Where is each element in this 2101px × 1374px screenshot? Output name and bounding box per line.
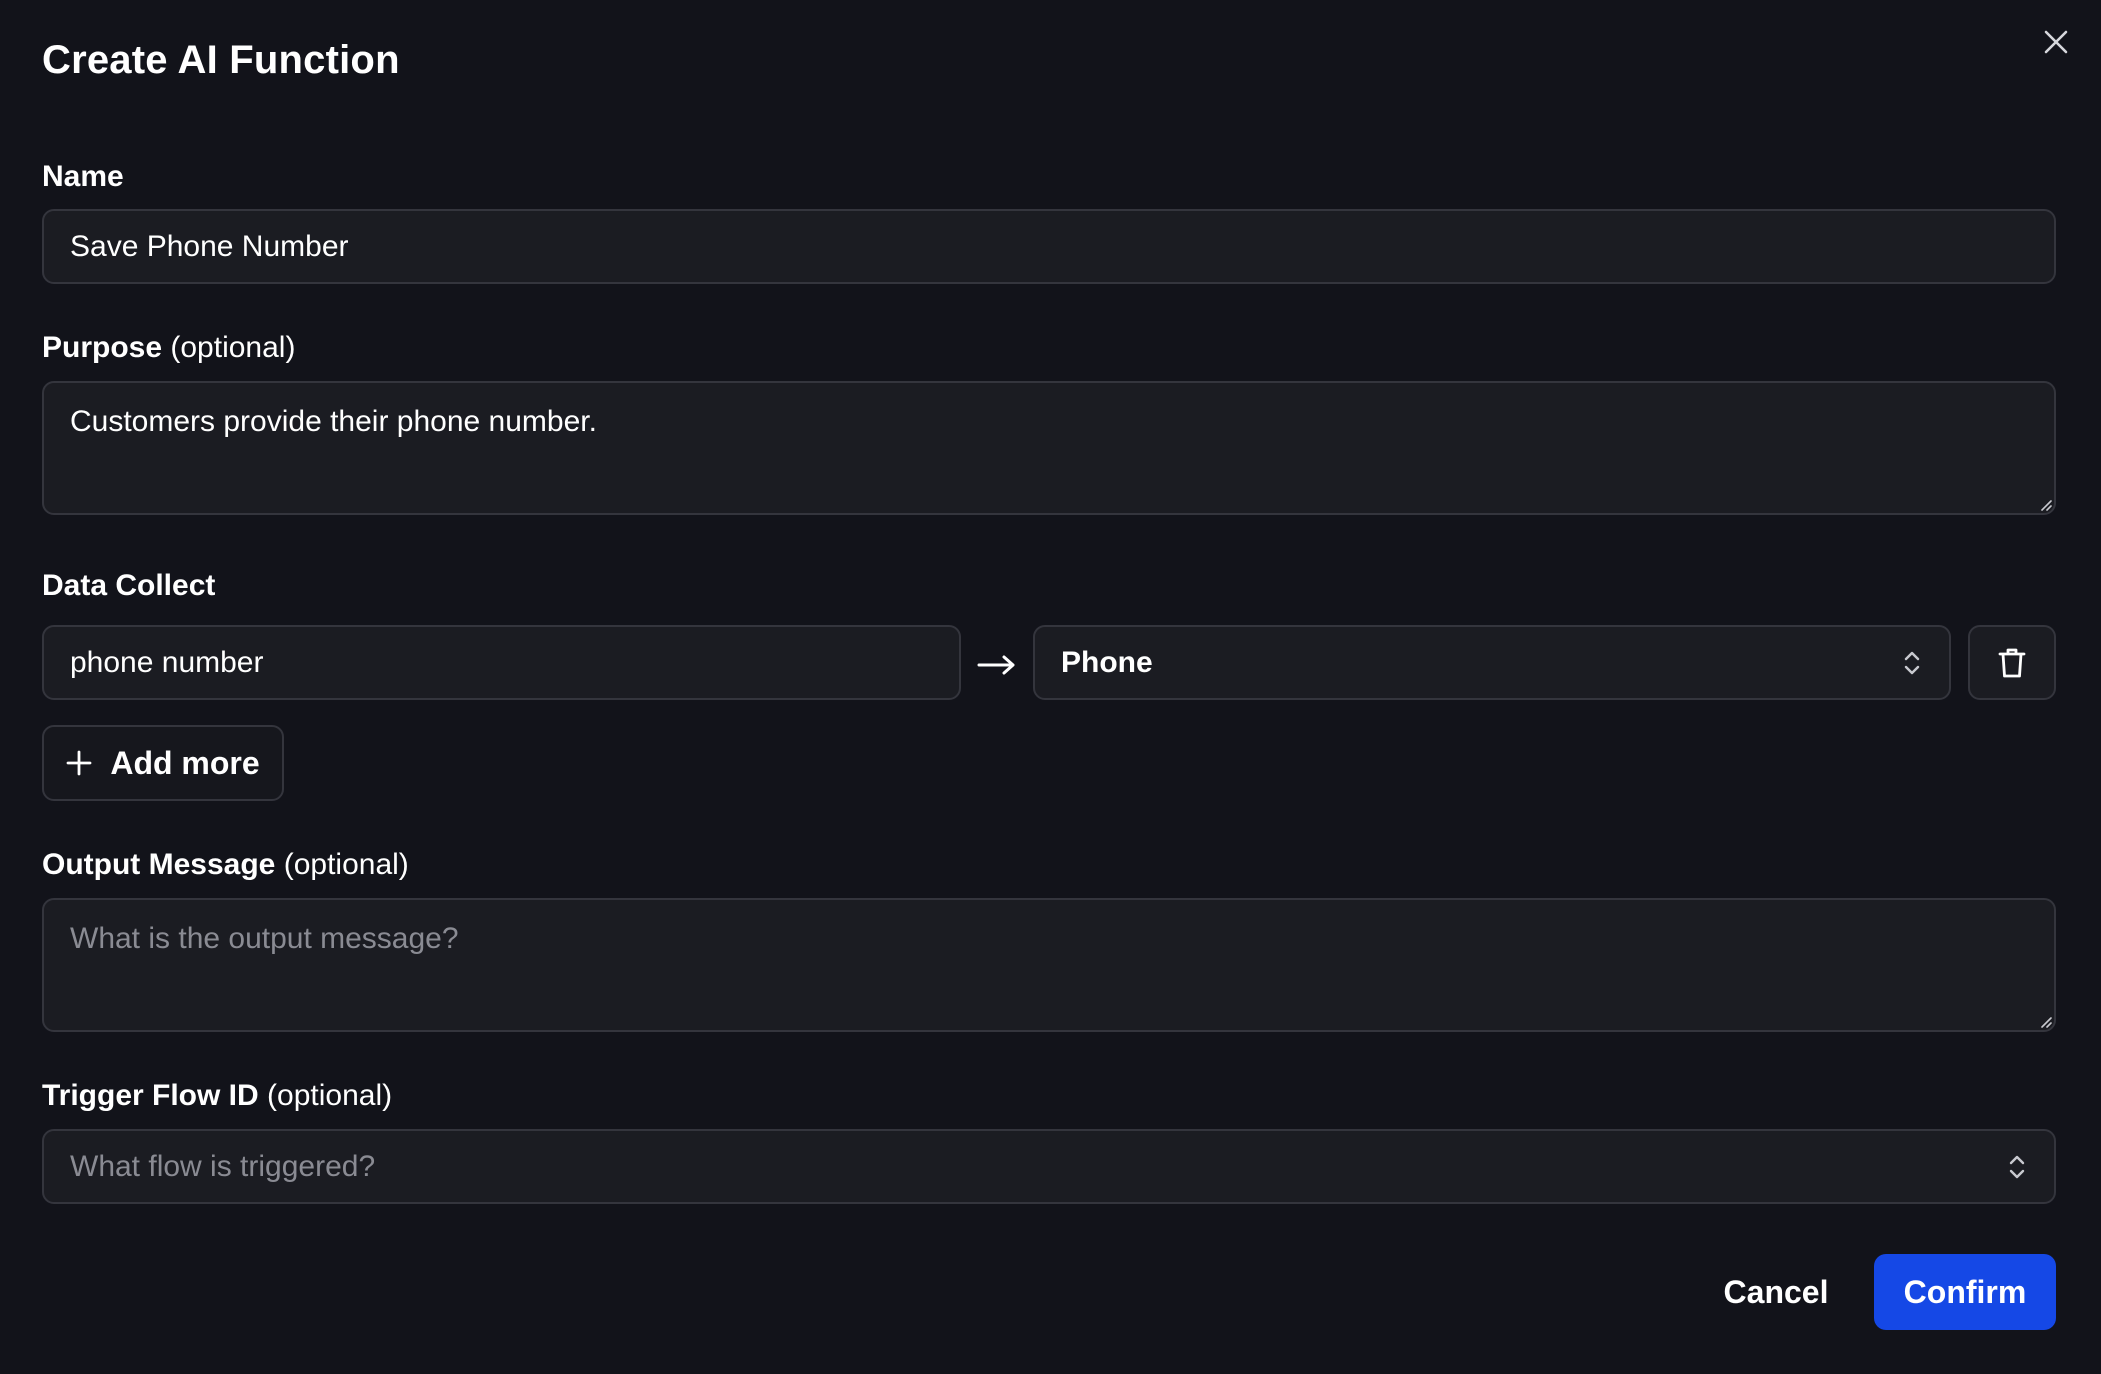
chevron-up-down-icon xyxy=(2006,1151,2028,1183)
purpose-label-text: Purpose xyxy=(42,331,163,364)
arrow-right-icon xyxy=(976,645,1018,685)
close-button[interactable] xyxy=(2036,22,2076,62)
name-input[interactable] xyxy=(42,209,2056,284)
data-collect-label-text: Data Collect xyxy=(42,569,216,602)
output-message-label-text: Output Message xyxy=(42,848,276,881)
trash-icon xyxy=(1998,648,2026,677)
purpose-optional-suffix: (optional) xyxy=(170,331,296,364)
purpose-textarea[interactable] xyxy=(42,381,2056,515)
add-more-button[interactable]: Add more xyxy=(42,725,284,801)
data-collect-source-input[interactable] xyxy=(42,625,961,700)
purpose-label: Purpose (optional) xyxy=(42,329,295,367)
data-collect-type-select[interactable]: Phone xyxy=(1033,625,1951,700)
add-more-label: Add more xyxy=(110,744,260,781)
trigger-flow-label: Trigger Flow ID (optional) xyxy=(42,1077,392,1115)
chevron-up-down-icon xyxy=(1901,647,1923,679)
trigger-flow-label-text: Trigger Flow ID xyxy=(42,1079,259,1112)
output-message-label: Output Message (optional) xyxy=(42,846,409,884)
output-message-textarea[interactable] xyxy=(42,898,2056,1032)
name-label: Name xyxy=(42,158,124,196)
create-ai-function-dialog: Create AI Function Name Purpose (optiona… xyxy=(0,0,2101,1374)
data-collect-type-value: Phone xyxy=(1061,645,1153,679)
data-collect-label: Data Collect xyxy=(42,567,215,605)
trigger-flow-placeholder: What flow is triggered? xyxy=(70,1149,376,1183)
output-message-optional-suffix: (optional) xyxy=(283,848,409,881)
dialog-title: Create AI Function xyxy=(42,38,400,82)
name-label-text: Name xyxy=(42,160,124,193)
delete-row-button[interactable] xyxy=(1968,625,2056,700)
trigger-flow-select[interactable]: What flow is triggered? xyxy=(42,1129,2056,1204)
confirm-button[interactable]: Confirm xyxy=(1874,1254,2056,1330)
close-icon xyxy=(2044,30,2068,54)
plus-icon xyxy=(66,750,92,776)
trigger-flow-optional-suffix: (optional) xyxy=(267,1079,393,1112)
cancel-button[interactable]: Cancel xyxy=(1705,1254,1847,1330)
